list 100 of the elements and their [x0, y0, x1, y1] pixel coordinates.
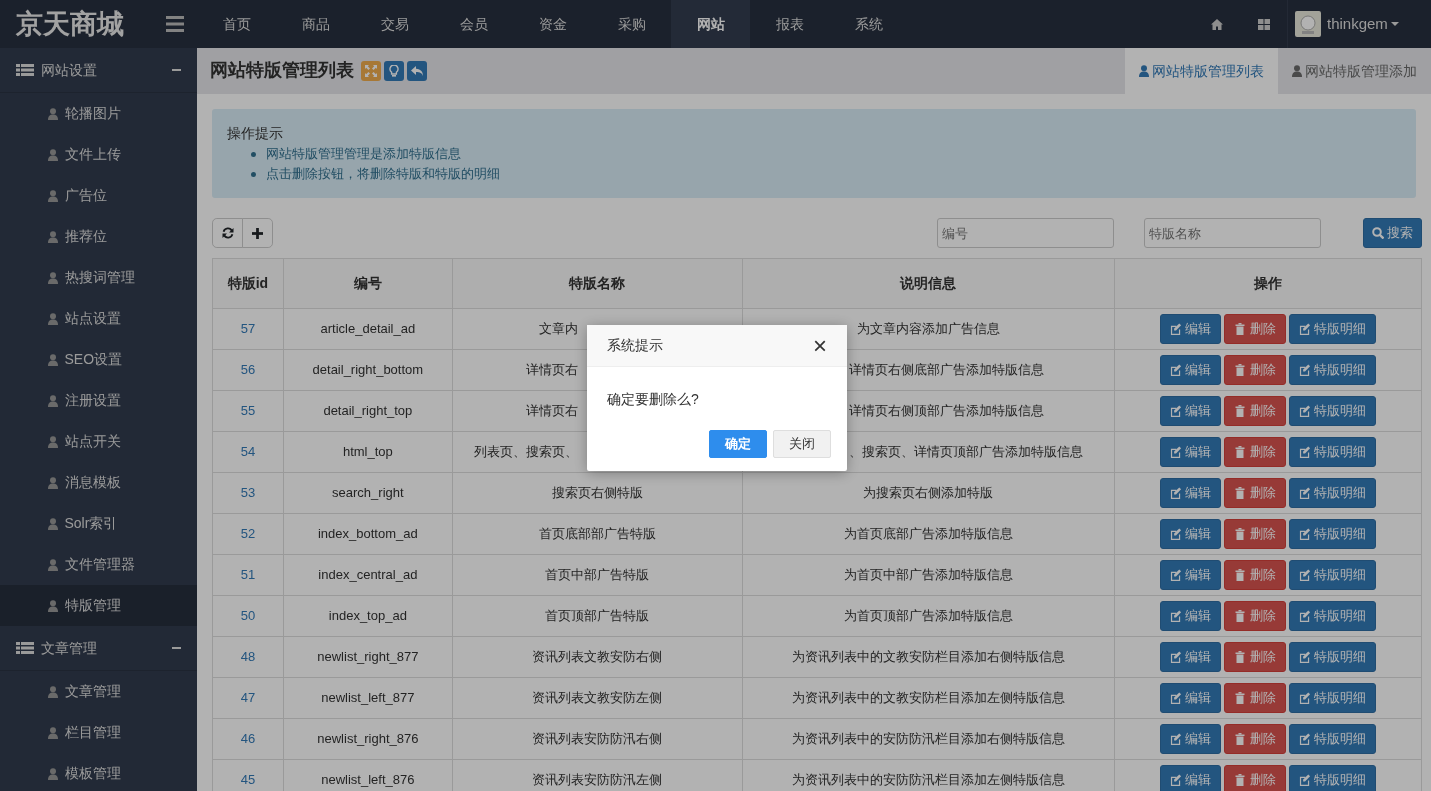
detail-button[interactable]: 特版明细 [1289, 765, 1377, 791]
page-title: 网站特版管理列表 [210, 60, 354, 82]
bullet-icon [251, 151, 256, 157]
nav-link[interactable]: 网站 [671, 0, 750, 48]
user-icon [48, 230, 58, 243]
delete-button[interactable]: 删除 [1224, 437, 1286, 467]
edit-icon [1299, 487, 1311, 499]
sidebar-item[interactable]: 特版管理 [0, 585, 197, 626]
detail-button[interactable]: 特版明细 [1289, 724, 1377, 754]
nav-link[interactable]: 首页 [197, 0, 276, 48]
refresh-button[interactable] [212, 218, 243, 248]
search-button[interactable]: 搜索 [1362, 218, 1422, 248]
detail-button[interactable]: 特版明细 [1289, 519, 1377, 549]
expand-icon [364, 65, 377, 77]
detail-button[interactable]: 特版明细 [1289, 355, 1377, 385]
detail-button[interactable]: 特版明细 [1289, 560, 1377, 590]
delete-button[interactable]: 删除 [1224, 683, 1286, 713]
sidebar-item[interactable]: 模板管理 [0, 753, 197, 791]
user-icon [48, 726, 58, 739]
add-button[interactable] [242, 218, 273, 248]
delete-button[interactable]: 删除 [1224, 396, 1286, 426]
close-button[interactable]: 关闭 [773, 430, 831, 458]
edit-button[interactable]: 编辑 [1160, 724, 1222, 754]
delete-button[interactable]: 删除 [1224, 601, 1286, 631]
edit-button[interactable]: 编辑 [1160, 437, 1222, 467]
edit-button[interactable]: 编辑 [1160, 314, 1222, 344]
edit-button[interactable]: 编辑 [1160, 642, 1222, 672]
sidebar-item[interactable]: 广告位 [0, 175, 197, 216]
search-field[interactable]: 编号 [936, 218, 1114, 248]
sidebar-item[interactable]: 注册设置 [0, 380, 197, 421]
sidebar-item[interactable]: 站点设置 [0, 298, 197, 339]
trash-icon [1234, 364, 1247, 376]
trash-icon [1234, 733, 1247, 745]
user-icon [48, 599, 58, 612]
detail-button[interactable]: 特版明细 [1289, 642, 1377, 672]
plus-icon [252, 227, 263, 239]
search-field[interactable]: 特版名称 [1143, 218, 1321, 248]
delete-button[interactable]: 删除 [1224, 765, 1286, 791]
delete-button[interactable]: 删除 [1224, 355, 1286, 385]
sidebar-item[interactable]: Solr索引 [0, 503, 197, 544]
sidebar-item[interactable]: 轮播图片 [0, 93, 197, 134]
sidebar-item[interactable]: 文章管理 [0, 671, 197, 712]
back-button[interactable] [407, 61, 427, 81]
edit-button[interactable]: 编辑 [1160, 478, 1222, 508]
tips-button[interactable] [383, 61, 404, 81]
page-tab[interactable]: 网站特版管理添加 [1277, 48, 1431, 94]
table-cell: 为首页顶部广告添加特版信息 [742, 595, 1115, 637]
sidebar-item[interactable]: 栏目管理 [0, 712, 197, 753]
detail-button[interactable]: 特版明细 [1289, 396, 1377, 426]
edit-icon [1170, 405, 1182, 417]
edit-icon [1299, 364, 1311, 376]
grid-icon [1257, 18, 1270, 30]
edit-button[interactable]: 编辑 [1160, 765, 1222, 791]
menu-button[interactable] [166, 15, 184, 33]
detail-button[interactable]: 特版明细 [1289, 437, 1377, 467]
edit-button[interactable]: 编辑 [1160, 519, 1222, 549]
table-cell: 47 [212, 677, 284, 719]
edit-button[interactable]: 编辑 [1160, 683, 1222, 713]
nav-link[interactable]: 交易 [355, 0, 434, 48]
edit-button[interactable]: 编辑 [1160, 355, 1222, 385]
delete-button[interactable]: 删除 [1224, 560, 1286, 590]
sidebar-item[interactable]: 文件管理器 [0, 544, 197, 585]
delete-button[interactable]: 删除 [1224, 314, 1286, 344]
sidebar-item[interactable]: 热搜词管理 [0, 257, 197, 298]
edit-button[interactable]: 编辑 [1160, 601, 1222, 631]
sidebar-item[interactable]: 文件上传 [0, 134, 197, 175]
sidebar-item[interactable]: 站点开关 [0, 421, 197, 462]
user-menu[interactable]: thinkgem [1327, 12, 1400, 36]
nav-link[interactable]: 报表 [750, 0, 829, 48]
table-cell: 57 [212, 308, 284, 350]
nav-link[interactable]: 采购 [592, 0, 671, 48]
delete-button[interactable]: 删除 [1224, 724, 1286, 754]
confirm-button[interactable]: 确定 [708, 430, 767, 458]
user-icon [48, 517, 58, 530]
delete-button[interactable]: 删除 [1224, 642, 1286, 672]
edit-icon [1170, 692, 1182, 704]
edit-icon [1299, 692, 1311, 704]
page-tab[interactable]: 网站特版管理列表 [1124, 48, 1278, 94]
trash-icon [1234, 774, 1247, 786]
nav-link[interactable]: 系统 [829, 0, 908, 48]
sidebar-item[interactable]: 推荐位 [0, 216, 197, 257]
edit-icon [1299, 774, 1311, 786]
detail-button[interactable]: 特版明细 [1289, 478, 1377, 508]
detail-button[interactable]: 特版明细 [1289, 314, 1377, 344]
table-cell: 首页底部部广告特版 [452, 513, 743, 555]
table-cell: 为搜索页右侧添加特版 [742, 472, 1115, 514]
nav-link[interactable]: 资金 [513, 0, 592, 48]
edit-button[interactable]: 编辑 [1160, 560, 1222, 590]
trash-icon [1234, 651, 1247, 663]
nav-link[interactable]: 商品 [276, 0, 355, 48]
sidebar-item[interactable]: SEO设置 [0, 339, 197, 380]
nav-link[interactable]: 会员 [434, 0, 513, 48]
delete-button[interactable]: 删除 [1224, 519, 1286, 549]
sidebar-item[interactable]: 消息模板 [0, 462, 197, 503]
trash-icon [1234, 487, 1247, 499]
delete-button[interactable]: 删除 [1224, 478, 1286, 508]
detail-button[interactable]: 特版明细 [1289, 601, 1377, 631]
reply-icon [411, 66, 423, 76]
edit-button[interactable]: 编辑 [1160, 396, 1222, 426]
detail-button[interactable]: 特版明细 [1289, 683, 1377, 713]
